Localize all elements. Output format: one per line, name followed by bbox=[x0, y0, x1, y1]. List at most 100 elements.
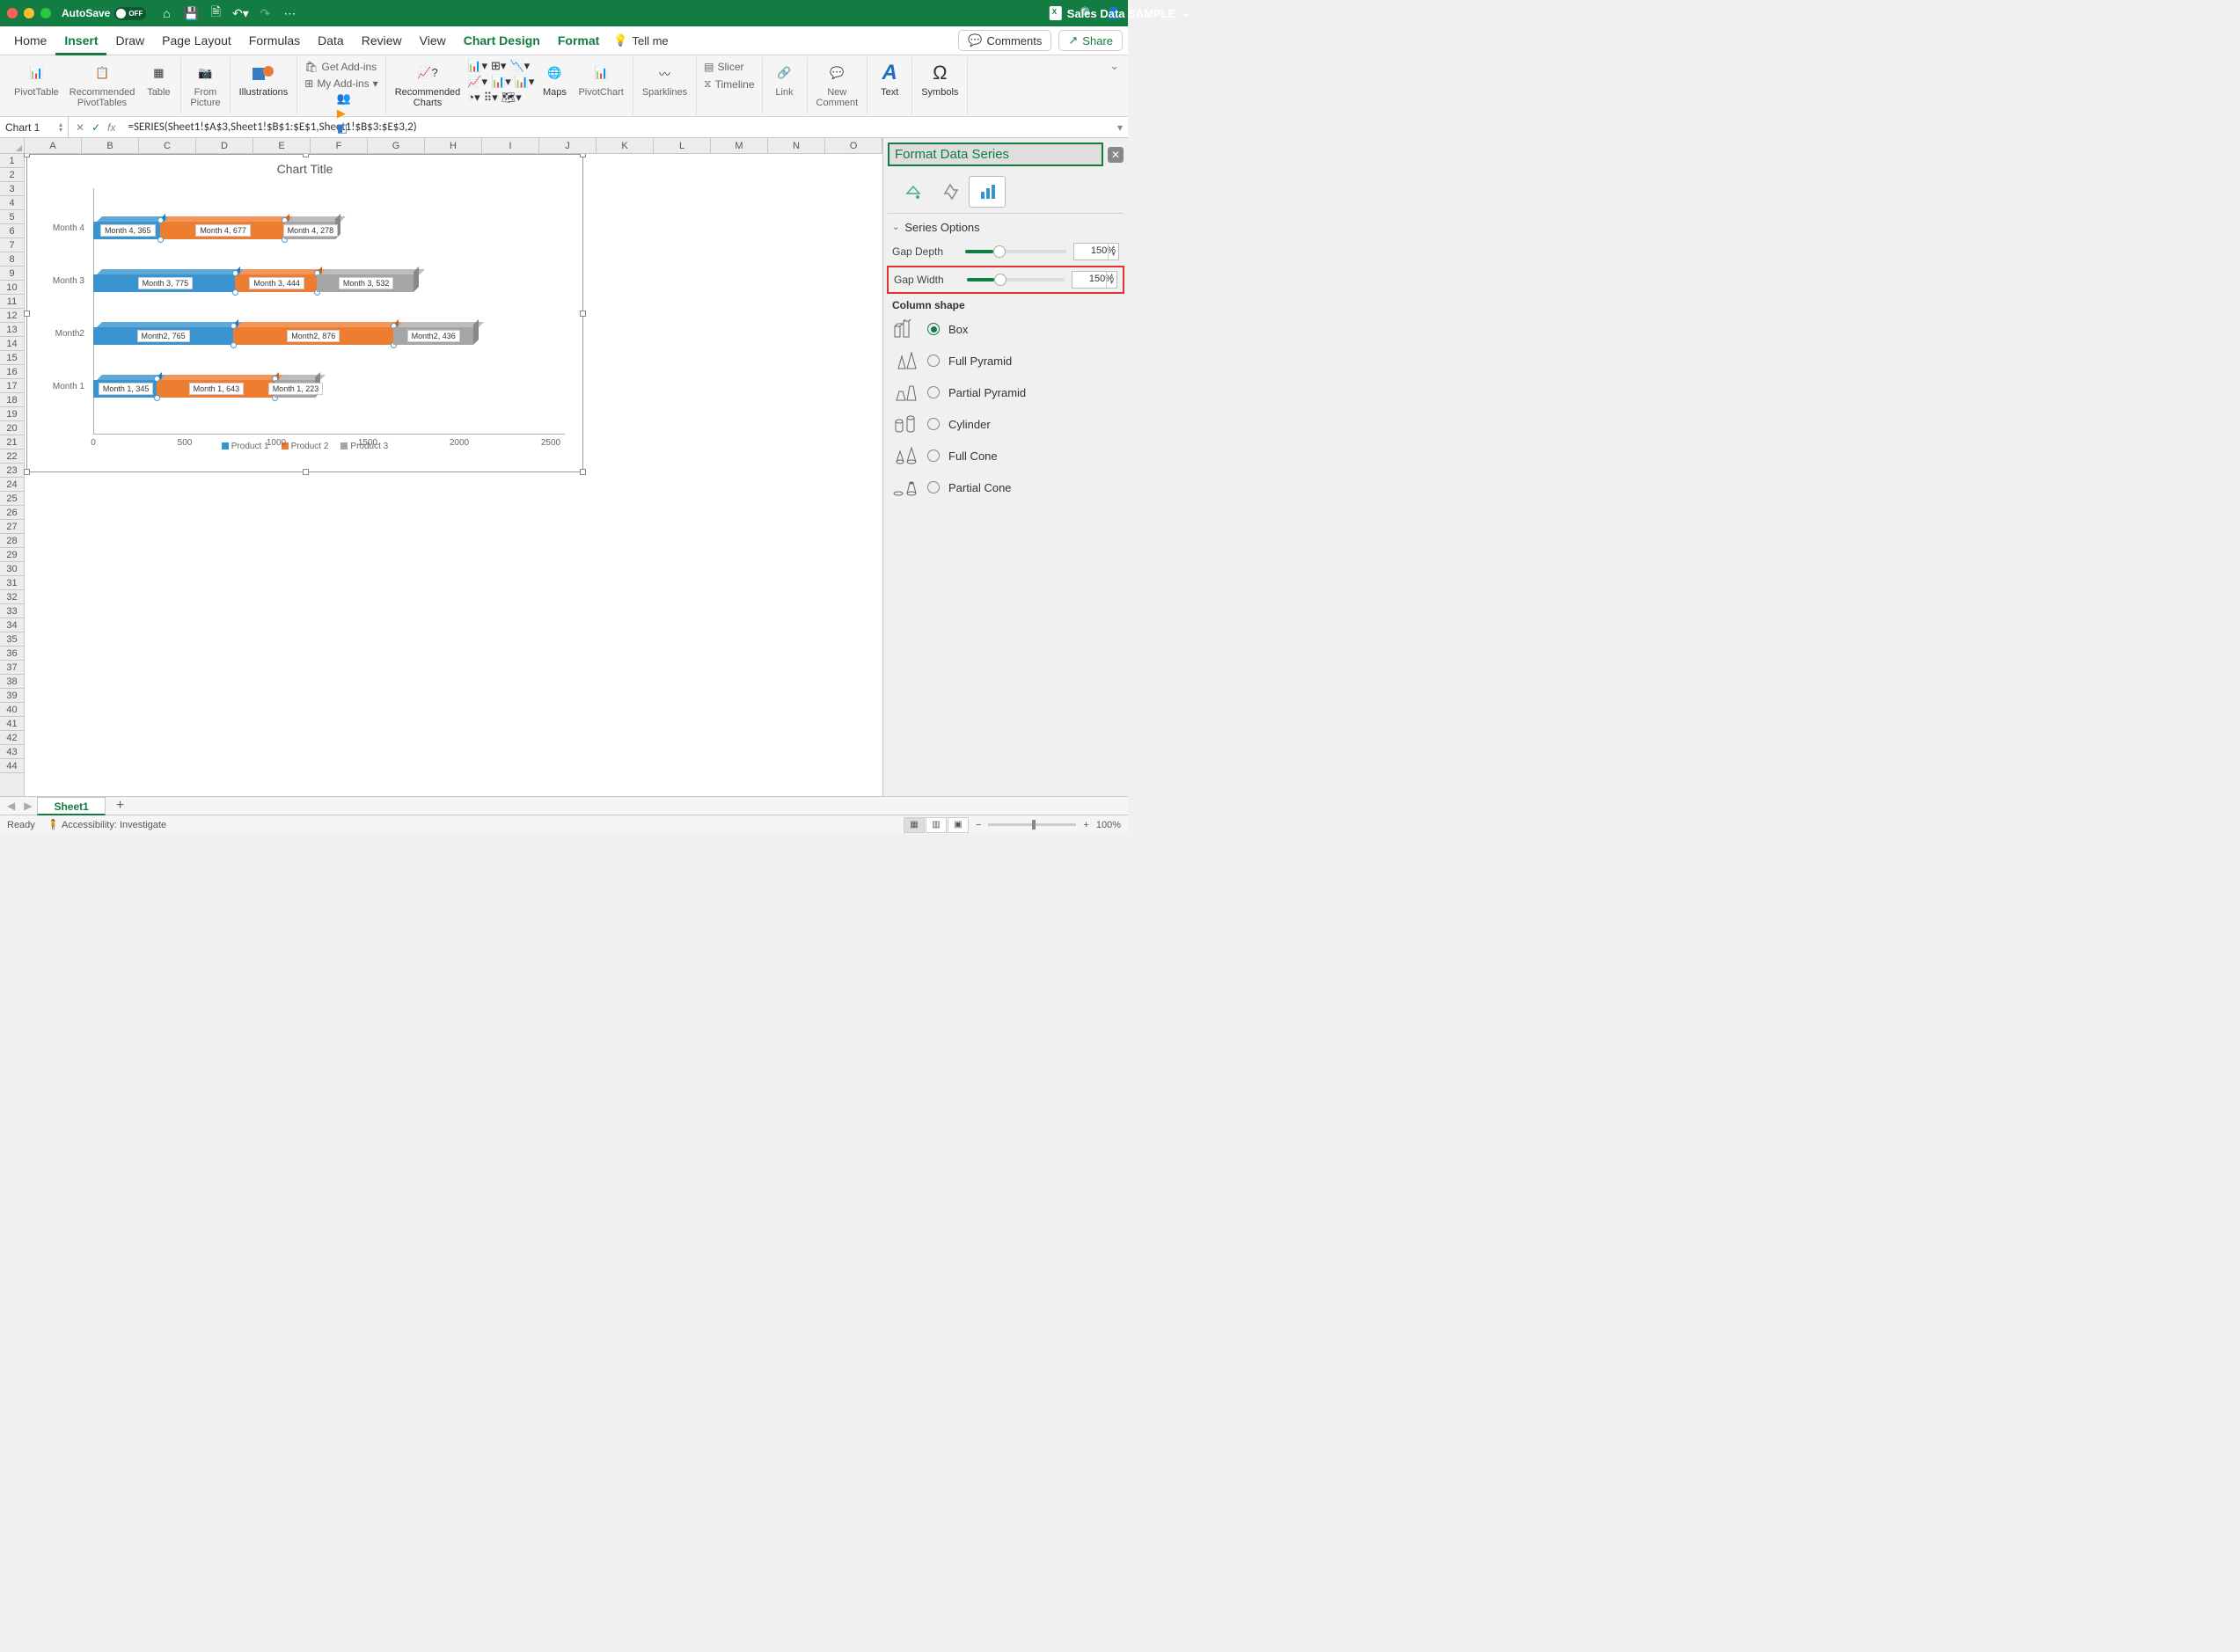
document-title[interactable]: Sales Data SAMPLE ⌄ bbox=[1050, 6, 1190, 20]
effects-tab[interactable] bbox=[932, 176, 969, 208]
data-label[interactable]: Month 1, 345 bbox=[99, 383, 154, 395]
expand-formula-icon[interactable]: ▾ bbox=[1112, 121, 1128, 134]
col-header[interactable]: J bbox=[539, 138, 597, 153]
shape-full-cone-option[interactable]: Full Cone bbox=[892, 440, 1119, 471]
row-header[interactable]: 13 bbox=[0, 323, 24, 337]
row-header[interactable]: 14 bbox=[0, 337, 24, 351]
resize-handle-sw[interactable] bbox=[24, 469, 30, 475]
zoom-slider[interactable] bbox=[988, 823, 1076, 826]
row-header[interactable]: 31 bbox=[0, 576, 24, 590]
row-header[interactable]: 1 bbox=[0, 154, 24, 168]
row-header[interactable]: 7 bbox=[0, 238, 24, 252]
gap-depth-slider[interactable] bbox=[965, 250, 1066, 253]
column-chart-icon[interactable]: 📊▾ bbox=[467, 59, 487, 73]
tab-draw[interactable]: Draw bbox=[106, 26, 153, 55]
series-options-header[interactable]: ⌄Series Options bbox=[892, 217, 1119, 238]
col-header[interactable]: G bbox=[368, 138, 425, 153]
row-header[interactable]: 15 bbox=[0, 351, 24, 365]
col-header[interactable]: E bbox=[253, 138, 311, 153]
row-header[interactable]: 22 bbox=[0, 450, 24, 464]
chart-object[interactable]: Chart Title Month 4Month 4, 365Month 4, … bbox=[26, 154, 583, 472]
row-header[interactable]: 33 bbox=[0, 604, 24, 618]
row-header[interactable]: 30 bbox=[0, 562, 24, 576]
tab-review[interactable]: Review bbox=[353, 26, 411, 55]
page-layout-view-button[interactable]: ▥ bbox=[926, 817, 947, 833]
enter-icon[interactable]: ✓ bbox=[92, 121, 100, 134]
resize-handle-s[interactable] bbox=[303, 469, 309, 475]
tab-data[interactable]: Data bbox=[309, 26, 353, 55]
new-comment-button[interactable]: 💬New Comment bbox=[813, 59, 862, 110]
row-header[interactable]: 37 bbox=[0, 661, 24, 675]
col-header[interactable]: F bbox=[311, 138, 368, 153]
sparklines-button[interactable]: 〰Sparklines bbox=[639, 59, 691, 99]
table-button[interactable]: ▦Table bbox=[142, 59, 175, 110]
row-header[interactable]: 34 bbox=[0, 618, 24, 632]
row-header[interactable]: 25 bbox=[0, 492, 24, 506]
resize-handle-e[interactable] bbox=[580, 311, 586, 317]
data-label[interactable]: Month 3, 444 bbox=[249, 277, 304, 289]
data-label[interactable]: Month 4, 677 bbox=[195, 224, 251, 237]
tab-format[interactable]: Format bbox=[549, 26, 608, 55]
row-header[interactable]: 21 bbox=[0, 435, 24, 450]
add-sheet-button[interactable]: + bbox=[107, 798, 133, 814]
row-header[interactable]: 35 bbox=[0, 632, 24, 647]
bing-maps-icon[interactable]: ▶ bbox=[337, 106, 351, 121]
legend-item[interactable]: Product 2 bbox=[282, 442, 329, 451]
waterfall-chart-icon[interactable]: 📉▾ bbox=[509, 59, 530, 73]
select-all-corner[interactable] bbox=[0, 138, 25, 153]
data-label[interactable]: Month 4, 365 bbox=[100, 224, 156, 237]
row-header[interactable]: 27 bbox=[0, 520, 24, 534]
resize-handle-n[interactable] bbox=[303, 154, 309, 157]
text-button[interactable]: AText bbox=[873, 59, 906, 99]
maximize-window-icon[interactable] bbox=[40, 8, 51, 18]
series-options-tab[interactable] bbox=[969, 176, 1006, 208]
tab-insert[interactable]: Insert bbox=[55, 26, 106, 55]
chart-title[interactable]: Chart Title bbox=[27, 155, 582, 179]
col-header[interactable]: B bbox=[82, 138, 139, 153]
row-header[interactable]: 8 bbox=[0, 252, 24, 267]
selection-handle[interactable] bbox=[154, 395, 160, 401]
row-header[interactable]: 12 bbox=[0, 309, 24, 323]
col-header[interactable]: N bbox=[768, 138, 825, 153]
fx-icon[interactable]: fx bbox=[107, 121, 115, 134]
resize-handle-w[interactable] bbox=[24, 311, 30, 317]
name-box[interactable]: Chart 1 ▴▾ bbox=[0, 117, 69, 137]
chart-plot-area[interactable]: Month 4Month 4, 365Month 4, 677Month 4, … bbox=[93, 188, 565, 435]
shape-cylinder-option[interactable]: Cylinder bbox=[892, 408, 1119, 440]
row-header[interactable]: 41 bbox=[0, 717, 24, 731]
pivottable-button[interactable]: 📊PivotTable bbox=[11, 59, 62, 110]
row-header[interactable]: 17 bbox=[0, 379, 24, 393]
row-header[interactable]: 16 bbox=[0, 365, 24, 379]
resize-handle-ne[interactable] bbox=[580, 154, 586, 157]
home-icon[interactable]: ⌂ bbox=[158, 5, 174, 21]
slicer-button[interactable]: ▤Slicer bbox=[702, 59, 756, 75]
gap-width-input[interactable]: 150%▴▾ bbox=[1072, 271, 1117, 289]
get-addins-button[interactable]: 🛍Get Add-ins bbox=[303, 59, 379, 75]
row-header[interactable]: 26 bbox=[0, 506, 24, 520]
sheet-nav-next[interactable]: ▶ bbox=[20, 800, 35, 812]
from-picture-button[interactable]: 📷From Picture bbox=[187, 59, 223, 110]
radio-off-icon[interactable] bbox=[927, 355, 940, 367]
tab-page-layout[interactable]: Page Layout bbox=[153, 26, 240, 55]
col-header[interactable]: D bbox=[196, 138, 253, 153]
data-label[interactable]: Month 3, 532 bbox=[339, 277, 394, 289]
shape-partial-cone-option[interactable]: Partial Cone bbox=[892, 471, 1119, 503]
close-panel-button[interactable]: ✕ bbox=[1108, 147, 1124, 163]
gap-depth-input[interactable]: 150%▴▾ bbox=[1073, 243, 1119, 260]
sheet-tab-sheet1[interactable]: Sheet1 bbox=[37, 797, 105, 815]
cancel-icon[interactable]: ✕ bbox=[76, 121, 84, 134]
zoom-in-button[interactable]: + bbox=[1083, 820, 1088, 830]
selection-handle[interactable] bbox=[157, 217, 164, 223]
tell-me-search[interactable]: 💡 Tell me bbox=[613, 33, 668, 48]
row-header[interactable]: 36 bbox=[0, 647, 24, 661]
chevron-down-icon[interactable]: ⌄ bbox=[1181, 6, 1190, 20]
minimize-window-icon[interactable] bbox=[24, 8, 34, 18]
row-header[interactable]: 19 bbox=[0, 407, 24, 421]
data-label[interactable]: Month 4, 278 bbox=[283, 224, 339, 237]
row-header[interactable]: 29 bbox=[0, 548, 24, 562]
cells-area[interactable]: Chart Title Month 4Month 4, 365Month 4, … bbox=[25, 154, 882, 796]
gap-width-slider[interactable] bbox=[967, 278, 1065, 281]
col-header[interactable]: A bbox=[25, 138, 82, 153]
visio-icon[interactable]: ◧ bbox=[337, 121, 351, 135]
data-label[interactable]: Month 1, 223 bbox=[268, 383, 324, 395]
